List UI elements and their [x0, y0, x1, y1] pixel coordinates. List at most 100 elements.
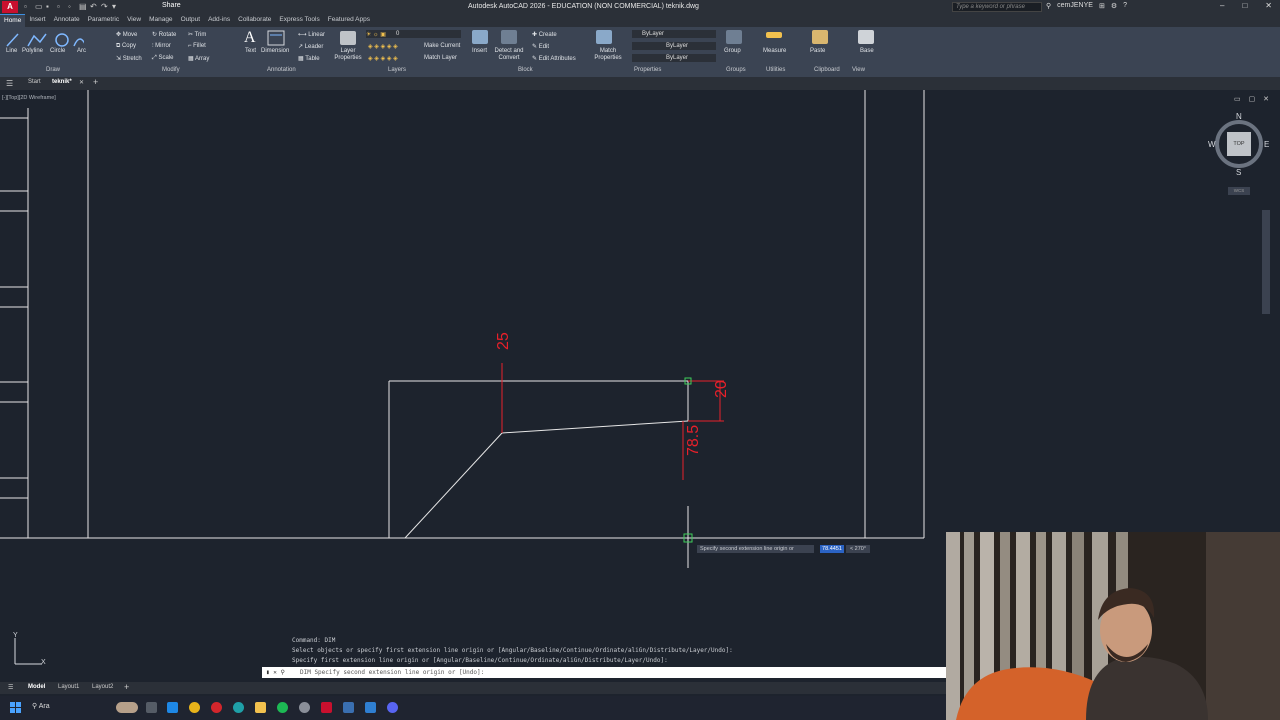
linear-dim-tool[interactable]: ⟷ Linear: [298, 31, 325, 38]
tab-insert[interactable]: Insert: [25, 14, 49, 27]
annotation-panel-label[interactable]: Annotation: [267, 67, 296, 73]
block-panel-label[interactable]: Block: [518, 67, 533, 73]
viewport-window-controls[interactable]: ▭ ▢ ✕: [1234, 95, 1272, 103]
measure-icon[interactable]: [766, 32, 782, 38]
compass-west[interactable]: W: [1208, 140, 1216, 149]
dynamic-input-distance[interactable]: 78.4451: [820, 545, 844, 553]
clipboard-panel-label[interactable]: Clipboard: [814, 67, 840, 73]
text-tool[interactable]: Text: [245, 48, 256, 54]
copy-tool[interactable]: ⧉ Copy: [116, 43, 136, 50]
close-tab-icon[interactable]: ✕: [79, 79, 84, 86]
match-layer-tool[interactable]: Match Layer: [424, 55, 457, 61]
mirror-tool[interactable]: ⫶ Mirror: [152, 43, 171, 50]
undo-icon[interactable]: ↶: [90, 2, 98, 11]
tab-model[interactable]: Model: [28, 684, 45, 690]
chrome-icon[interactable]: [189, 702, 200, 713]
viewport-controls-label[interactable]: [-][Top][2D Wireframe]: [2, 95, 56, 101]
tab-view[interactable]: View: [123, 14, 145, 27]
new-file-icon[interactable]: ▫: [24, 2, 32, 11]
save-as-icon[interactable]: ▫: [57, 2, 65, 11]
edge-icon[interactable]: [233, 702, 244, 713]
command-line[interactable]: ▮ ✕ ⚲ DIM Specify second extension line …: [262, 667, 946, 678]
layout-menu-icon[interactable]: ☰: [8, 684, 13, 691]
layer-properties-icon[interactable]: [340, 31, 356, 45]
utilities-panel-label[interactable]: Utilities: [766, 67, 785, 73]
compass-north[interactable]: N: [1236, 112, 1242, 121]
share-button[interactable]: Share: [162, 2, 181, 9]
base-view-icon[interactable]: [858, 30, 874, 44]
tab-collaborate[interactable]: Collaborate: [234, 14, 275, 27]
dimension-icon[interactable]: [267, 30, 285, 46]
dimension-text-78-5[interactable]: 78.5: [685, 425, 702, 456]
compass-south[interactable]: S: [1236, 168, 1241, 177]
group-tool[interactable]: Group: [724, 48, 741, 54]
maximize-icon[interactable]: □: [1242, 1, 1247, 10]
lineweight-dropdown[interactable]: ByLayer: [632, 54, 716, 62]
mail-icon[interactable]: [167, 702, 178, 713]
windows-start-icon[interactable]: [10, 702, 21, 713]
tab-home[interactable]: Home: [0, 14, 26, 27]
array-tool[interactable]: ▦ Array: [188, 55, 209, 62]
layer-properties-tool[interactable]: Layer Properties: [334, 48, 362, 62]
view-panel-label[interactable]: View: [852, 67, 865, 73]
edit-block-tool[interactable]: ✎ Edit: [532, 43, 549, 50]
open-file-icon[interactable]: ▭: [35, 2, 43, 11]
discord-icon[interactable]: [387, 702, 398, 713]
settings-icon[interactable]: ⚙: [1111, 2, 1117, 10]
circle-tool[interactable]: Circle: [50, 48, 65, 54]
autocad-taskbar-icon[interactable]: [321, 702, 332, 713]
insert-tool[interactable]: Insert: [472, 48, 487, 54]
detect-convert-icon[interactable]: [501, 30, 517, 44]
match-properties-tool[interactable]: Match Properties: [594, 48, 622, 62]
new-tab-icon[interactable]: +: [93, 77, 98, 87]
trim-tool[interactable]: ✂ Trim: [188, 31, 206, 38]
viewcube-top-face[interactable]: TOP: [1227, 132, 1251, 156]
group-icon[interactable]: [726, 30, 742, 44]
menu-icon[interactable]: ☰: [6, 79, 13, 88]
help-search-input[interactable]: Type a keyword or phrase: [952, 2, 1042, 12]
dimension-tool[interactable]: Dimension: [261, 48, 289, 54]
draw-panel-label[interactable]: Draw: [46, 67, 60, 73]
line-tool[interactable]: Line: [6, 48, 17, 54]
add-layout-icon[interactable]: +: [124, 682, 129, 692]
paste-tool[interactable]: Paste: [810, 48, 825, 54]
tab-parametric[interactable]: Parametric: [84, 14, 123, 27]
tab-teknik[interactable]: teknik*: [52, 79, 72, 85]
compass-east[interactable]: E: [1264, 140, 1269, 149]
tab-start[interactable]: Start: [28, 79, 41, 85]
arc-tool[interactable]: Arc: [77, 48, 86, 54]
tab-express-tools[interactable]: Express Tools: [275, 14, 323, 27]
edit-attributes-tool[interactable]: ✎ Edit Attributes: [532, 55, 576, 62]
redo-icon[interactable]: ↷: [101, 2, 109, 11]
move-tool[interactable]: ✥ Move: [116, 31, 137, 38]
close-icon[interactable]: ✕: [1265, 1, 1272, 10]
tab-layout2[interactable]: Layout2: [92, 684, 113, 690]
tab-manage[interactable]: Manage: [145, 14, 177, 27]
cart-icon[interactable]: ⊞: [1099, 2, 1105, 10]
tab-output[interactable]: Output: [177, 14, 205, 27]
tab-featured-apps[interactable]: Featured Apps: [324, 14, 374, 27]
insert-block-icon[interactable]: [472, 30, 488, 44]
file-explorer-icon[interactable]: [255, 702, 266, 713]
task-view-icon[interactable]: [146, 702, 157, 713]
taskbar-search[interactable]: ⚲ Ara: [32, 702, 50, 710]
store-icon[interactable]: [365, 702, 376, 713]
make-current-tool[interactable]: Make Current: [424, 43, 460, 49]
table-tool[interactable]: ▦ Table: [298, 55, 320, 62]
search-icon[interactable]: ⚲: [1046, 2, 1051, 10]
rotate-tool[interactable]: ↻ Rotate: [152, 31, 176, 38]
navigation-bar[interactable]: [1262, 210, 1270, 314]
match-properties-icon[interactable]: [596, 30, 612, 44]
minimize-icon[interactable]: –: [1220, 1, 1224, 10]
print-icon[interactable]: ▤: [79, 2, 87, 11]
linetype-dropdown[interactable]: ByLayer: [632, 42, 716, 50]
dropdown-icon[interactable]: ▾: [112, 2, 120, 11]
tab-add-ins[interactable]: Add-ins: [204, 14, 234, 27]
viewcube[interactable]: N S E W TOP: [1208, 112, 1270, 177]
leader-tool[interactable]: ↗ Leader: [298, 43, 323, 50]
save-icon[interactable]: ▪: [46, 2, 54, 11]
layers-panel-label[interactable]: Layers: [388, 67, 406, 73]
properties-panel-label[interactable]: Properties: [634, 67, 661, 73]
app-icon[interactable]: [299, 702, 310, 713]
vscode-icon[interactable]: [343, 702, 354, 713]
